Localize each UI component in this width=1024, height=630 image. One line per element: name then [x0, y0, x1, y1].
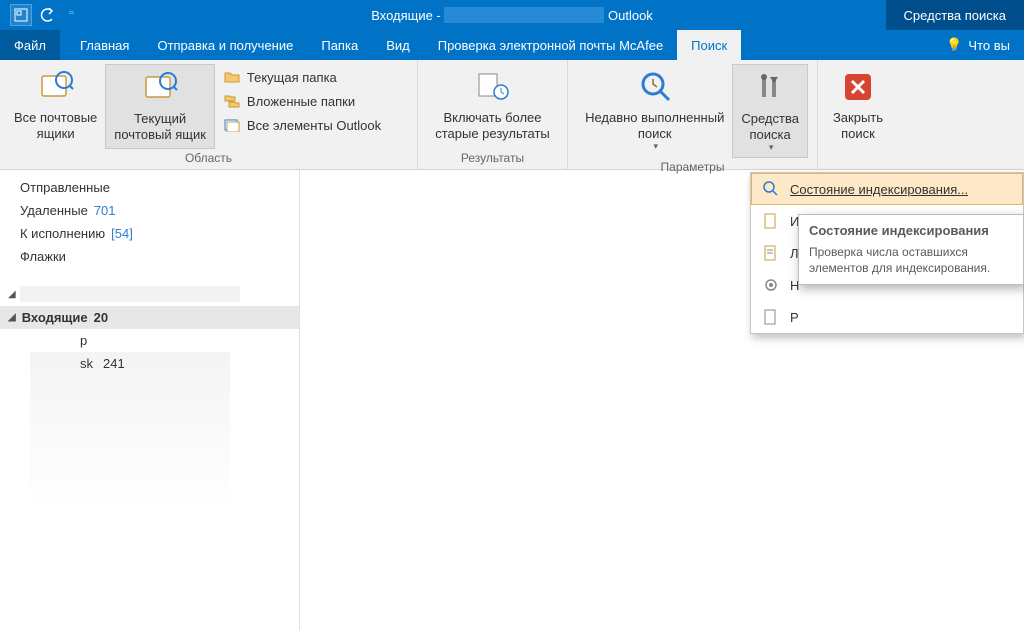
current-mailbox-button[interactable]: Текущий почтовый ящик [105, 64, 215, 149]
tab-send-receive[interactable]: Отправка и получение [143, 30, 307, 60]
recent-search-icon [636, 68, 674, 106]
search-tools-button[interactable]: Средства поиска▾ [732, 64, 808, 158]
current-folder-button[interactable]: Текущая папка [219, 66, 385, 88]
close-search-label: Закрыть поиск [833, 110, 883, 141]
subfolder-1-suffix: р [80, 333, 87, 348]
tab-home[interactable]: Главная [66, 30, 143, 60]
group-scope: Все почтовые ящики Текущий почтовый ящик… [0, 60, 418, 169]
page-icon [762, 308, 780, 326]
recent-searches-button[interactable]: Недавно выполненный поиск▾ [577, 64, 732, 158]
account-name-mask [20, 286, 240, 302]
collapse-icon: ◢ [8, 312, 16, 323]
tab-search[interactable]: Поиск [677, 30, 741, 60]
all-mailboxes-label: Все почтовые ящики [14, 110, 97, 141]
quick-access-toolbar: ⁼ [0, 4, 77, 26]
all-outlook-items-button[interactable]: Все элементы Outlook [219, 114, 385, 136]
group-results-label: Результаты [418, 149, 567, 169]
include-older-button[interactable]: Включать более старые результаты [427, 64, 558, 149]
search-status-icon [762, 180, 780, 198]
group-close: Закрыть поиск [818, 60, 898, 169]
indexing-status-label: Состояние индексирования... [790, 182, 968, 197]
sidebar-item-followup[interactable]: К исполнению [54] [0, 222, 299, 245]
outlook-items-icon [223, 116, 241, 134]
contextual-tab-search-tools[interactable]: Средства поиска [886, 0, 1024, 30]
menu-item-5-label: Р [790, 310, 799, 325]
folder-pane: Отправленные Удаленные 701 К исполнению … [0, 170, 300, 630]
followup-label: К исполнению [20, 226, 105, 241]
group-options: Недавно выполненный поиск▾ Средства поис… [568, 60, 818, 169]
tab-file[interactable]: Файл [0, 30, 60, 60]
flags-label: Флажки [20, 249, 66, 264]
tooltip-title: Состояние индексирования [809, 223, 1013, 238]
subfolders-button[interactable]: Вложенные папки [219, 90, 385, 112]
ribbon: Все почтовые ящики Текущий почтовый ящик… [0, 60, 1024, 170]
menu-item-indexing-status[interactable]: Состояние индексирования... [751, 173, 1023, 205]
close-icon [839, 68, 877, 106]
mailbox-icon [37, 68, 75, 106]
include-older-label: Включать более старые результаты [435, 110, 550, 141]
subfolder-2-suffix: sk [80, 356, 93, 371]
account-section: ◢ ◢ Входящие 20 x р sk 241 [0, 282, 299, 512]
inbox-count: 20 [94, 310, 108, 325]
subfolder-2-count: 241 [103, 356, 125, 371]
sent-label: Отправленные [20, 180, 110, 195]
tools-icon [751, 69, 789, 107]
menu-item-5[interactable]: Р [751, 301, 1023, 333]
group-scope-label: Область [0, 149, 417, 169]
window-icon[interactable] [10, 4, 32, 26]
lightbulb-icon: 💡 [946, 37, 962, 53]
folder-icon [223, 68, 241, 86]
tab-mcafee[interactable]: Проверка электронной почты McAfee [424, 30, 677, 60]
chevron-down-icon: ▾ [653, 141, 658, 152]
collapse-icon: ◢ [8, 289, 16, 300]
chevron-down-icon: ▾ [769, 142, 774, 153]
qat-dropdown-icon[interactable]: ⁼ [66, 7, 77, 23]
list-icon [762, 244, 780, 262]
tab-folder[interactable]: Папка [307, 30, 372, 60]
sidebar-item-flags[interactable]: Флажки [0, 245, 299, 268]
group-results: Включать более старые результаты Результ… [418, 60, 568, 169]
all-outlook-label: Все элементы Outlook [247, 118, 381, 133]
gear-icon [762, 276, 780, 294]
window-title: Входящие - Outlook [0, 7, 1024, 24]
deleted-count: 701 [94, 203, 116, 218]
followup-count: [54] [111, 226, 133, 241]
sidebar-mask [30, 352, 230, 512]
subfolders-icon [223, 92, 241, 110]
mailbox-current-icon [141, 69, 179, 107]
current-mailbox-label: Текущий почтовый ящик [114, 111, 206, 142]
older-results-icon [474, 68, 512, 106]
undo-icon[interactable] [40, 8, 58, 22]
inbox-label: Входящие [22, 310, 88, 325]
sidebar-item-inbox[interactable]: ◢ Входящие 20 [0, 306, 299, 329]
all-mailboxes-button[interactable]: Все почтовые ящики [6, 64, 105, 149]
ribbon-tabs: Файл Главная Отправка и получение Папка … [0, 30, 1024, 60]
tell-me[interactable]: 💡 Что вы [932, 30, 1024, 60]
tooltip-body: Проверка числа оставшихся элементов для … [809, 244, 1013, 276]
sidebar-item-deleted[interactable]: Удаленные 701 [0, 199, 299, 222]
tab-view[interactable]: Вид [372, 30, 424, 60]
current-folder-label: Текущая папка [247, 70, 337, 85]
group-close-label [818, 149, 898, 169]
deleted-label: Удаленные [20, 203, 88, 218]
tooltip: Состояние индексирования Проверка числа … [798, 214, 1024, 285]
sidebar-item-sent[interactable]: Отправленные [0, 176, 299, 199]
account-header[interactable]: ◢ [0, 282, 299, 306]
document-icon [762, 212, 780, 230]
titlebar: ⁼ Входящие - Outlook Средства поиска [0, 0, 1024, 30]
search-tools-label: Средства поиска [741, 111, 799, 142]
subfolders-label: Вложенные папки [247, 94, 355, 109]
recent-searches-label: Недавно выполненный поиск [585, 110, 724, 141]
close-search-button[interactable]: Закрыть поиск [825, 64, 891, 149]
